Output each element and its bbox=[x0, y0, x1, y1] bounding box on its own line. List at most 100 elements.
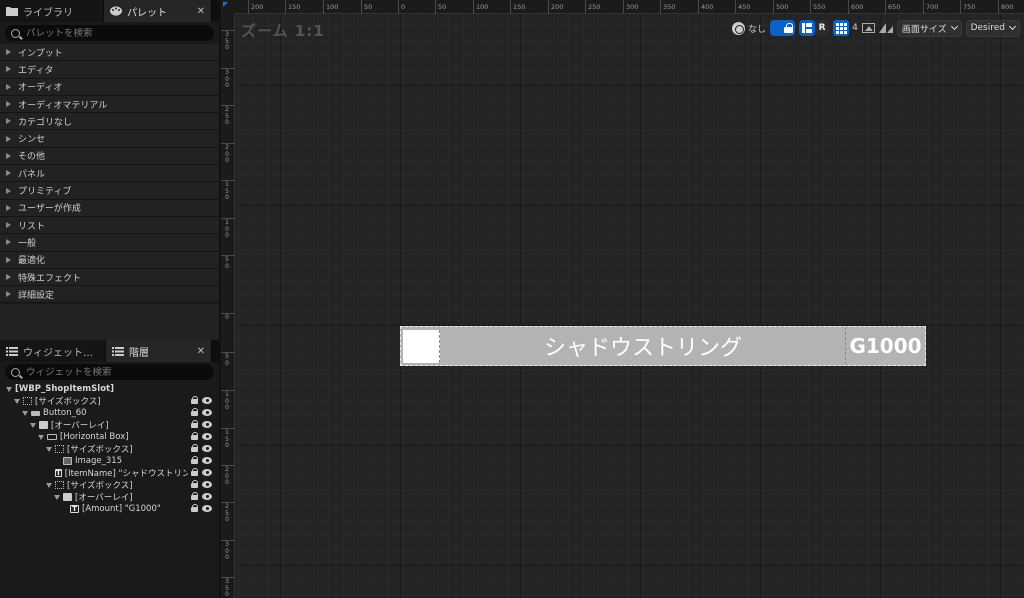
palette-category[interactable]: 最適化 bbox=[0, 251, 219, 269]
widget-search-input[interactable] bbox=[26, 366, 206, 378]
palette-category[interactable]: その他 bbox=[0, 147, 219, 166]
localization-preview[interactable]: なし bbox=[732, 19, 766, 37]
lock-icon[interactable] bbox=[191, 444, 198, 452]
grid-line bbox=[236, 505, 1024, 506]
eye-icon[interactable] bbox=[202, 445, 212, 452]
sizebox-icon bbox=[23, 397, 32, 405]
eye-icon[interactable] bbox=[202, 409, 212, 416]
grid-snap[interactable]: 4 bbox=[833, 19, 858, 37]
palette-category[interactable]: リスト bbox=[0, 216, 219, 235]
tree-node[interactable]: [Horizontal Box] bbox=[0, 431, 219, 443]
tree-node[interactable]: [オーバーレイ] bbox=[0, 419, 219, 431]
expand-arrow-icon[interactable] bbox=[14, 398, 20, 404]
tab-widget[interactable]: ウィジェット… bbox=[0, 340, 106, 362]
palette-category[interactable]: インプット bbox=[0, 44, 219, 62]
screen-size-dropdown[interactable]: 画面サイズ bbox=[896, 19, 962, 37]
palette-search[interactable] bbox=[5, 25, 214, 41]
tree-node[interactable]: Button_60 bbox=[0, 407, 219, 419]
lock-icon[interactable] bbox=[191, 468, 198, 476]
grid-line bbox=[236, 430, 1024, 431]
close-icon[interactable]: ✕ bbox=[193, 6, 205, 17]
tab-hierarchy[interactable]: 階層 ✕ bbox=[106, 340, 212, 362]
lock-icon[interactable] bbox=[191, 492, 198, 500]
respect-locks-pill[interactable] bbox=[770, 20, 796, 36]
palette-category[interactable]: 詳細設定 bbox=[0, 286, 219, 304]
widget-search[interactable] bbox=[5, 364, 214, 380]
toggle-respect-locks[interactable] bbox=[770, 19, 796, 37]
location-snap-pill[interactable] bbox=[799, 20, 816, 36]
palette-category[interactable]: 一般 bbox=[0, 234, 219, 252]
expand-arrow-icon[interactable] bbox=[46, 482, 52, 488]
palette-category[interactable]: オーディオマテリアル bbox=[0, 95, 219, 114]
lock-icon[interactable] bbox=[191, 504, 198, 512]
item-image[interactable] bbox=[403, 330, 440, 363]
ruler-tick bbox=[848, 0, 849, 14]
palette-category[interactable]: シンセ bbox=[0, 130, 219, 148]
eye-icon[interactable] bbox=[202, 421, 212, 428]
tree-node[interactable]: [サイズボックス] bbox=[0, 479, 219, 491]
eye-icon[interactable] bbox=[202, 505, 212, 512]
grid-line bbox=[898, 15, 899, 598]
location-snap[interactable]: R bbox=[799, 19, 830, 37]
expand-arrow-icon[interactable] bbox=[46, 446, 52, 452]
eye-icon[interactable] bbox=[202, 493, 212, 500]
scale-toggle[interactable] bbox=[861, 19, 875, 37]
eye-icon[interactable] bbox=[202, 433, 212, 440]
grid-icon[interactable] bbox=[833, 20, 850, 36]
amount-text[interactable]: G1000 bbox=[845, 327, 925, 365]
lock-icon[interactable] bbox=[191, 396, 198, 404]
designer-canvas[interactable]: 200 150 100 50 0 50 100 150 200 250 300 350 400 450 50… bbox=[221, 0, 1024, 598]
eye-icon[interactable] bbox=[202, 457, 212, 464]
ruler-label: 400 bbox=[701, 3, 714, 11]
shop-item-slot-preview[interactable]: シャドウストリング G1000 bbox=[400, 326, 926, 366]
grid-line bbox=[236, 595, 1024, 596]
tree-node[interactable]: T [ItemName] "シャドウストリン bbox=[0, 467, 188, 479]
ruler-label: 350 bbox=[225, 31, 229, 51]
lock-icon[interactable] bbox=[191, 408, 198, 416]
ruler-label: 150 bbox=[225, 429, 229, 449]
ruler-tick bbox=[323, 0, 324, 14]
palette-category[interactable]: パネル bbox=[0, 165, 219, 183]
dpi-toggle[interactable] bbox=[878, 19, 893, 37]
lock-icon[interactable] bbox=[191, 480, 198, 488]
grid-line bbox=[236, 130, 1024, 131]
expand-arrow-icon[interactable] bbox=[54, 494, 60, 500]
grid-line bbox=[628, 15, 629, 598]
lock-icon[interactable] bbox=[191, 432, 198, 440]
rotate-button[interactable]: R bbox=[815, 20, 830, 36]
eye-icon[interactable] bbox=[202, 397, 212, 404]
palette-search-input[interactable] bbox=[26, 27, 206, 39]
expand-arrow-icon[interactable] bbox=[30, 422, 36, 428]
expand-arrow-icon[interactable] bbox=[22, 410, 28, 416]
grid-line-major bbox=[236, 565, 1024, 566]
tree-node[interactable]: [サイズボックス] bbox=[0, 395, 219, 407]
eye-icon[interactable] bbox=[202, 481, 212, 488]
lock-icon[interactable] bbox=[191, 420, 198, 428]
close-icon[interactable]: ✕ bbox=[193, 346, 205, 357]
expand-arrow-icon[interactable] bbox=[38, 434, 44, 440]
expand-arrow-icon bbox=[6, 204, 11, 211]
tab-palette[interactable]: パレット ✕ bbox=[104, 0, 212, 22]
tree-node[interactable]: [サイズボックス] bbox=[0, 443, 219, 455]
tab-library[interactable]: ライブラリ bbox=[0, 0, 104, 22]
grid-line bbox=[236, 250, 1024, 251]
tree-node[interactable]: T [Amount] "G1000" bbox=[0, 503, 219, 515]
palette-category[interactable]: プリミティブ bbox=[0, 182, 219, 200]
palette-category[interactable]: オーディオ bbox=[0, 78, 219, 96]
palette-category[interactable]: ユーザーが作成 bbox=[0, 199, 219, 217]
grid-line bbox=[568, 15, 569, 598]
fill-mode-dropdown[interactable]: Desired bbox=[965, 19, 1020, 37]
item-name-text[interactable]: シャドウストリング bbox=[441, 327, 845, 365]
tree-node[interactable]: [オーバーレイ] bbox=[0, 491, 219, 503]
tree-node-root[interactable]: [WBP_ShopItemSlot] bbox=[0, 383, 219, 395]
lock-icon[interactable] bbox=[191, 456, 198, 464]
grid-line bbox=[718, 15, 719, 598]
expand-arrow-icon[interactable] bbox=[6, 386, 12, 392]
palette-category[interactable]: エディタ bbox=[0, 61, 219, 79]
tree-node[interactable]: Image_315 bbox=[0, 455, 219, 467]
grid-line bbox=[508, 15, 509, 598]
palette-category[interactable]: カテゴリなし bbox=[0, 113, 219, 131]
grid-line bbox=[343, 15, 344, 598]
eye-icon[interactable] bbox=[202, 469, 212, 476]
palette-category[interactable]: 特殊エフェクト bbox=[0, 268, 219, 287]
